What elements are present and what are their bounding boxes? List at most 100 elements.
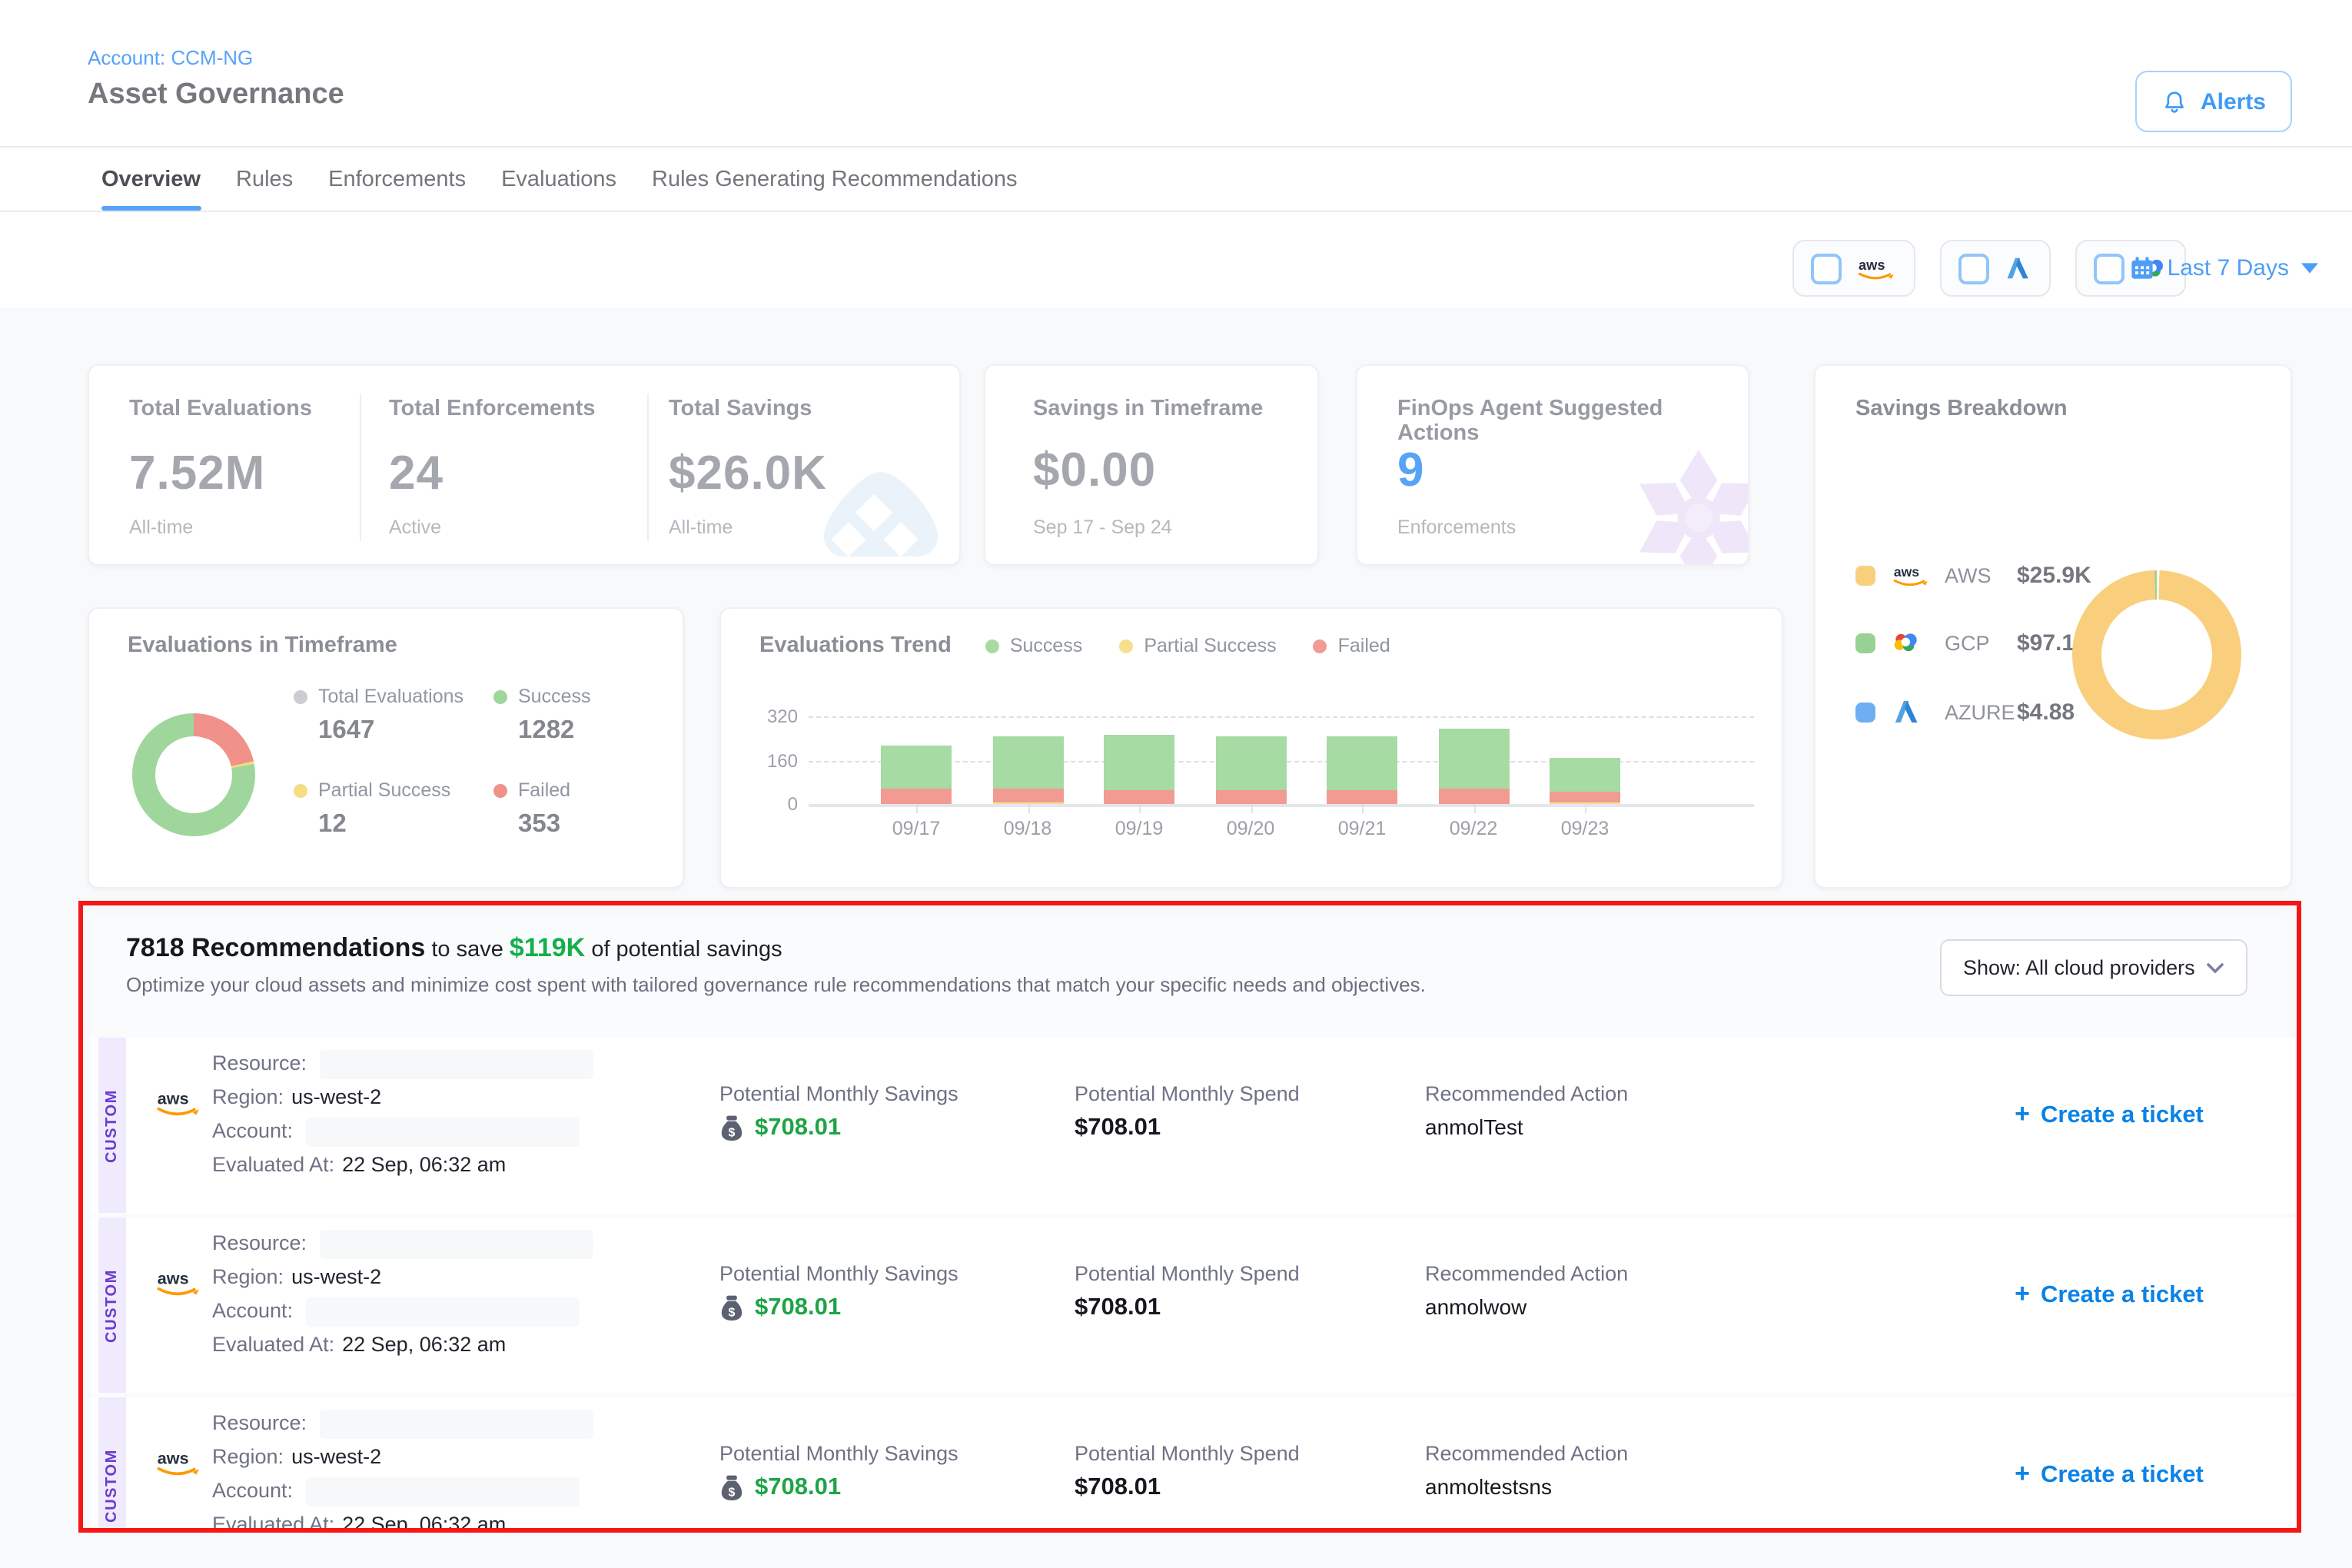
plus-icon: + xyxy=(2015,1459,2030,1488)
svg-text:aws: aws xyxy=(158,1088,189,1108)
legend-swatch xyxy=(1855,702,1875,722)
tab-evaluations[interactable]: Evaluations xyxy=(501,148,616,211)
recommendation-row[interactable]: CUSTOM aws Resource: Region:us-west-2 Ac… xyxy=(91,1218,2295,1393)
finops-agent-card: FinOps Agent Suggested Actions 9 Enforce… xyxy=(1356,364,1749,566)
legend-value: 12 xyxy=(318,810,450,839)
card-title: Evaluations in Timeframe xyxy=(128,633,397,658)
x-axis-line xyxy=(809,804,1754,806)
account-breadcrumb[interactable]: Account: CCM-NG xyxy=(88,46,253,69)
tab-rules[interactable]: Rules xyxy=(236,148,293,211)
legend-dot xyxy=(294,689,307,703)
page-title: Asset Governance xyxy=(88,78,344,112)
evaluations-trend-chart: 016032009/1709/1809/1909/2009/2109/2209/… xyxy=(721,609,1783,889)
gridline xyxy=(809,716,1754,718)
bar-09/20 xyxy=(1215,737,1286,804)
tab-enforcements[interactable]: Enforcements xyxy=(328,148,466,211)
provider-filter-azure[interactable] xyxy=(1940,240,2051,297)
legend-swatch xyxy=(1855,565,1875,585)
aws-logo-icon: aws xyxy=(1891,562,1931,588)
create-ticket-button[interactable]: +Create a ticket xyxy=(1955,1099,2263,1130)
custom-tag-badge: CUSTOM xyxy=(98,1218,126,1393)
legend-swatch xyxy=(1855,633,1875,653)
x-tick xyxy=(1139,804,1141,813)
x-axis-label: 09/18 xyxy=(972,818,1083,839)
svg-text:aws: aws xyxy=(158,1448,189,1467)
calendar-icon xyxy=(2129,255,2155,281)
legend-value: 1282 xyxy=(518,716,591,746)
legend-label: Total Evaluations xyxy=(294,686,463,707)
x-tick xyxy=(1362,804,1364,813)
stat-label: Total Enforcements xyxy=(389,397,596,421)
recommendation-row[interactable]: CUSTOM aws Resource: Region:us-west-2 Ac… xyxy=(91,1038,2295,1213)
failed-segment xyxy=(881,789,952,804)
stat-divider xyxy=(647,394,649,541)
x-axis-label: 09/23 xyxy=(1530,818,1640,839)
stat-caption: Enforcements xyxy=(1397,517,1516,538)
stat-value: 24 xyxy=(389,446,443,501)
stat-value: 9 xyxy=(1397,443,1425,498)
tab-bar: Overview Rules Enforcements Evaluations Rule… xyxy=(101,148,1018,211)
failed-segment xyxy=(1104,790,1174,804)
redacted-resource-value xyxy=(319,1410,593,1439)
x-tick xyxy=(1585,804,1586,813)
legend-dot xyxy=(294,783,307,797)
recommendations-subtitle: Optimize your cloud assets and minimize … xyxy=(126,973,1426,996)
x-tick xyxy=(1473,804,1475,813)
create-ticket-button[interactable]: +Create a ticket xyxy=(1955,1459,2263,1490)
failed-segment xyxy=(1215,790,1286,804)
breakdown-legend-item-gcp: GCP$97.19 xyxy=(1855,624,2088,661)
savings-breakdown-card: Savings Breakdown awsAWS$25.9KGCP$97.19A… xyxy=(1814,364,2292,889)
success-segment xyxy=(1104,734,1174,790)
create-ticket-button[interactable]: +Create a ticket xyxy=(1955,1279,2263,1310)
redacted-resource-value xyxy=(319,1050,593,1079)
tab-rules-generating-recommendations[interactable]: Rules Generating Recommendations xyxy=(652,148,1018,211)
gcp-checkbox[interactable] xyxy=(2094,253,2124,284)
success-segment xyxy=(992,737,1063,789)
redacted-resource-value xyxy=(319,1230,593,1259)
failed-segment xyxy=(1438,789,1509,804)
y-axis-label: 320 xyxy=(736,706,798,727)
provider-filter-aws[interactable]: aws xyxy=(1792,240,1915,297)
show-cloud-providers-dropdown[interactable]: Show: All cloud providers xyxy=(1940,939,2247,996)
stat-value: $26.0K xyxy=(669,446,827,501)
date-range-picker[interactable]: Last 7 Days xyxy=(2129,240,2330,297)
money-bag-icon: $ xyxy=(719,1294,744,1322)
redacted-account-value xyxy=(305,1297,579,1327)
azure-logo-icon xyxy=(1891,696,1931,727)
redacted-account-value xyxy=(305,1118,579,1147)
y-axis-label: 0 xyxy=(736,793,798,815)
failed-segment xyxy=(992,788,1063,802)
custom-tag-badge: CUSTOM xyxy=(98,1038,126,1213)
redacted-account-value xyxy=(305,1477,579,1507)
stat-label: Total Evaluations xyxy=(129,397,312,421)
stat-label: FinOps Agent Suggested Actions xyxy=(1397,397,1748,446)
recommendations-section-highlight: 7818 Recommendations to save $119K of po… xyxy=(78,901,2301,1533)
x-axis-label: 09/19 xyxy=(1084,818,1194,839)
card-title: Savings Breakdown xyxy=(1855,397,2068,421)
azure-logo-icon xyxy=(2003,254,2032,283)
evaluations-donut-chart xyxy=(132,713,255,836)
tab-overview[interactable]: Overview xyxy=(101,148,201,211)
success-segment xyxy=(1438,729,1509,789)
alerts-button[interactable]: Alerts xyxy=(2136,71,2292,132)
aws-logo-icon: aws xyxy=(154,1267,203,1304)
legend-text: Partial Success xyxy=(318,779,450,801)
legend-item: Total Evaluations1647 xyxy=(294,686,463,746)
recommendation-row[interactable]: CUSTOM aws Resource: Region:us-west-2 Ac… xyxy=(91,1397,2295,1533)
x-axis-label: 09/22 xyxy=(1418,818,1529,839)
bar-09/18 xyxy=(992,737,1063,804)
breakdown-legend-item-azure: AZURE$4.88 xyxy=(1855,693,2075,730)
stat-label: Total Savings xyxy=(669,397,812,421)
aws-checkbox[interactable] xyxy=(1811,253,1842,284)
azure-checkbox[interactable] xyxy=(1958,253,1989,284)
chevron-down-icon xyxy=(2206,962,2224,974)
svg-text:aws: aws xyxy=(1859,257,1885,272)
aws-logo-icon: aws xyxy=(154,1087,203,1124)
legend-item: Partial Success 12 xyxy=(294,779,450,839)
svg-text:$: $ xyxy=(729,1126,736,1139)
x-tick xyxy=(1251,804,1252,813)
legend-item: Success1282 xyxy=(493,686,591,746)
legend-label: Failed xyxy=(493,779,570,801)
x-tick xyxy=(1028,804,1029,813)
provider-name: AWS xyxy=(1945,563,2017,586)
